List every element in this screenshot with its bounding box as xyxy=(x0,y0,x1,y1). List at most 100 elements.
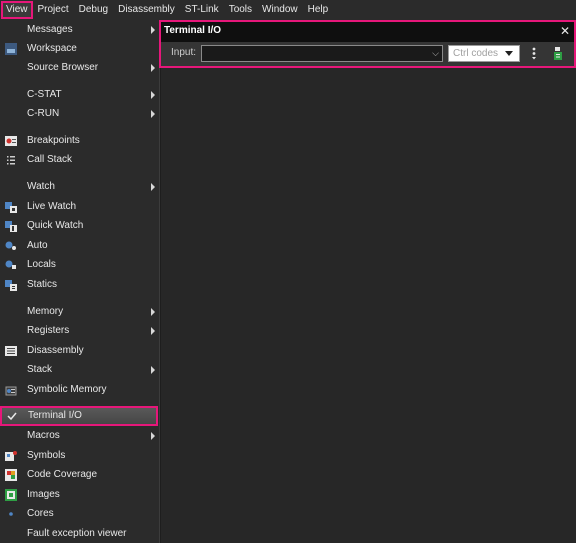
menu-item-c-stat[interactable]: C-STAT xyxy=(0,86,158,104)
symbolic-memory-icon xyxy=(5,384,17,396)
menu-item-label: Watch xyxy=(27,181,55,192)
menu-item-auto[interactable]: Auto xyxy=(0,237,158,255)
workspace-icon xyxy=(5,43,17,55)
menu-item-label: Live Watch xyxy=(27,201,77,212)
disassembly-icon xyxy=(5,345,17,357)
menu-item-label: Quick Watch xyxy=(27,220,84,231)
menu-item-fault-exception-viewer[interactable]: Fault exception viewer xyxy=(0,525,158,543)
breakpoints-icon xyxy=(5,135,17,147)
submenu-arrow-icon xyxy=(151,91,155,99)
ctrl-codes-label: Ctrl codes xyxy=(453,48,499,59)
submenu-arrow-icon xyxy=(151,308,155,316)
menu-item-label: Symbols xyxy=(27,450,66,461)
images-icon xyxy=(5,489,17,501)
submenu-arrow-icon xyxy=(151,183,155,191)
locals-icon xyxy=(5,259,17,271)
menu-item-images[interactable]: Images xyxy=(0,486,158,504)
view-menu-dropdown: Messages Workspace Source Browser C-STAT… xyxy=(0,20,160,543)
chevron-down-icon[interactable]: ⌵ xyxy=(432,46,439,61)
menu-project[interactable]: Project xyxy=(33,1,74,19)
menu-item-cores[interactable]: Cores xyxy=(0,505,158,523)
menu-item-label: Macros xyxy=(27,430,60,441)
menu-separator xyxy=(0,128,158,129)
menu-item-label: Terminal I/O xyxy=(28,410,82,421)
menu-item-label: Code Coverage xyxy=(27,469,98,480)
submenu-arrow-icon xyxy=(151,64,155,72)
submenu-arrow-icon xyxy=(151,366,155,374)
menu-item-label: Locals xyxy=(27,259,56,270)
menu-st-link[interactable]: ST-Link xyxy=(180,1,224,19)
log-file-icon[interactable] xyxy=(551,46,565,61)
menu-item-label: Images xyxy=(27,489,60,500)
menu-disassembly[interactable]: Disassembly xyxy=(113,1,180,19)
submenu-arrow-icon xyxy=(151,432,155,440)
menu-item-memory[interactable]: Memory xyxy=(0,303,158,321)
menu-item-call-stack[interactable]: Call Stack xyxy=(0,151,158,169)
call-stack-icon xyxy=(5,154,17,166)
close-icon[interactable]: ✕ xyxy=(560,20,570,42)
menu-item-terminal-io[interactable]: Terminal I/O xyxy=(0,406,158,426)
menu-item-label: Fault exception viewer xyxy=(27,528,127,539)
menu-separator xyxy=(0,299,158,300)
menu-item-label: Disassembly xyxy=(27,345,84,356)
symbols-icon xyxy=(5,450,17,462)
menu-separator xyxy=(0,404,158,405)
menu-item-breakpoints[interactable]: Breakpoints xyxy=(0,132,158,150)
menu-item-code-coverage[interactable]: Code Coverage xyxy=(0,466,158,484)
menu-separator xyxy=(0,82,158,83)
menu-bar: View Project Debug Disassembly ST-Link T… xyxy=(0,0,576,20)
options-icon[interactable] xyxy=(527,46,541,61)
menu-item-label: Registers xyxy=(27,325,70,336)
menu-item-label: Cores xyxy=(27,508,54,519)
menu-item-locals[interactable]: Locals xyxy=(0,256,158,274)
checkmark-icon xyxy=(6,410,18,422)
menu-item-label: Breakpoints xyxy=(27,135,80,146)
menu-item-label: Messages xyxy=(27,24,73,35)
menu-tools[interactable]: Tools xyxy=(224,1,257,19)
menu-item-label: Stack xyxy=(27,364,53,375)
menu-help[interactable]: Help xyxy=(303,1,334,19)
menu-item-label: C-STAT xyxy=(27,89,62,100)
menu-item-c-run[interactable]: C-RUN xyxy=(0,105,158,123)
terminal-io-panel: Terminal I/O ✕ Input: ⌵ Ctrl codes xyxy=(161,20,576,543)
menu-view[interactable]: View xyxy=(1,1,33,19)
input-combobox[interactable]: ⌵ xyxy=(201,45,443,62)
submenu-arrow-icon xyxy=(151,110,155,118)
terminal-title: Terminal I/O xyxy=(164,25,222,36)
menu-debug[interactable]: Debug xyxy=(74,1,113,19)
menu-window[interactable]: Window xyxy=(257,1,303,19)
cores-icon xyxy=(5,508,17,520)
live-watch-icon xyxy=(5,201,17,213)
quick-watch-icon xyxy=(5,220,17,232)
menu-item-source-browser[interactable]: Source Browser xyxy=(0,59,158,77)
submenu-arrow-icon xyxy=(151,26,155,34)
menu-item-label: C-RUN xyxy=(27,108,60,119)
menu-item-label: Call Stack xyxy=(27,154,73,165)
menu-item-label: Statics xyxy=(27,279,58,290)
auto-icon xyxy=(5,240,17,252)
menu-item-registers[interactable]: Registers xyxy=(0,322,158,340)
menu-item-label: Symbolic Memory xyxy=(27,384,107,395)
statics-icon xyxy=(5,279,17,291)
terminal-title-bar: Terminal I/O ✕ xyxy=(161,20,576,42)
menu-item-messages[interactable]: Messages xyxy=(0,21,158,39)
menu-item-watch[interactable]: Watch xyxy=(0,178,158,196)
menu-item-statics[interactable]: Statics xyxy=(0,276,158,294)
menu-item-workspace[interactable]: Workspace xyxy=(0,40,158,58)
menu-item-symbolic-memory[interactable]: Symbolic Memory xyxy=(0,381,158,399)
terminal-toolbar: Input: ⌵ Ctrl codes xyxy=(161,42,576,66)
ctrl-codes-dropdown[interactable]: Ctrl codes xyxy=(448,45,520,62)
menu-item-label: Source Browser xyxy=(27,62,99,73)
menu-item-stack[interactable]: Stack xyxy=(0,361,158,379)
input-label: Input: xyxy=(171,47,197,58)
menu-item-macros[interactable]: Macros xyxy=(0,427,158,445)
dropdown-arrow-icon xyxy=(505,51,513,56)
menu-item-symbols[interactable]: Symbols xyxy=(0,447,158,465)
menu-item-disassembly[interactable]: Disassembly xyxy=(0,342,158,360)
menu-item-live-watch[interactable]: Live Watch xyxy=(0,198,158,216)
menu-item-label: Workspace xyxy=(27,43,77,54)
menu-item-quick-watch[interactable]: Quick Watch xyxy=(0,217,158,235)
terminal-output-area[interactable] xyxy=(161,66,576,543)
menu-item-label: Auto xyxy=(27,240,48,251)
menu-separator xyxy=(0,174,158,175)
